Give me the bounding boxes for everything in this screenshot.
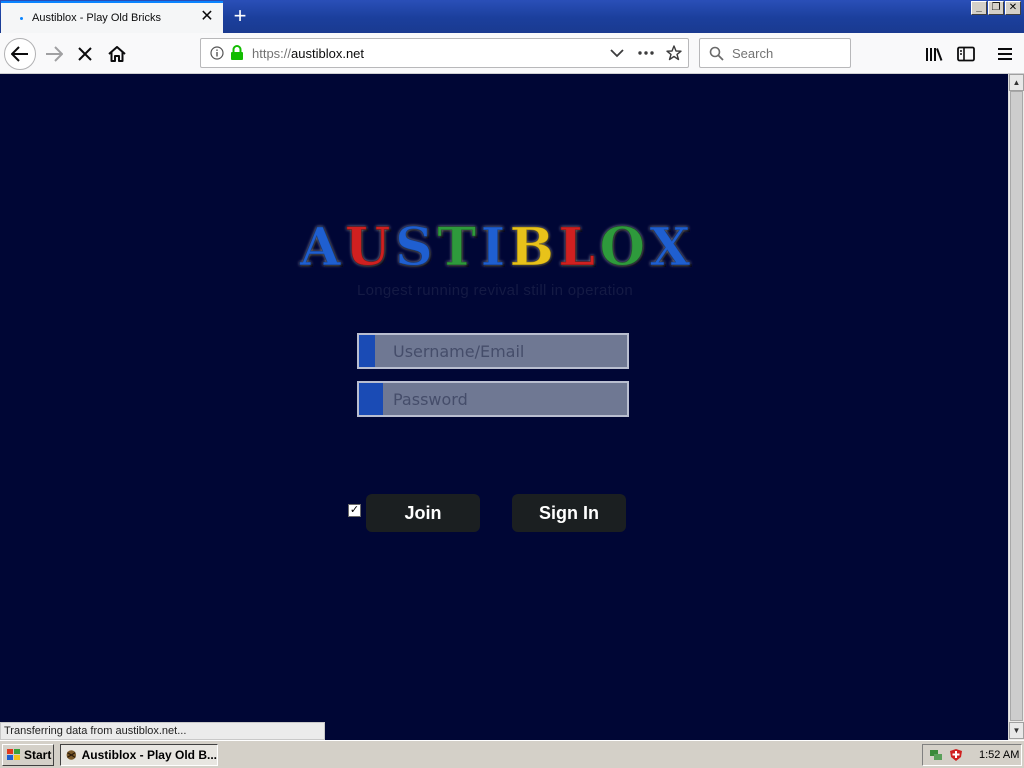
stop-button[interactable]	[69, 38, 101, 70]
security-shield-icon[interactable]	[949, 748, 963, 762]
password-field[interactable]	[357, 381, 629, 417]
back-button[interactable]	[4, 38, 36, 70]
back-arrow-icon	[11, 46, 28, 62]
password-input[interactable]	[393, 383, 623, 415]
new-tab-button[interactable]: +	[228, 4, 252, 28]
home-icon	[108, 46, 126, 62]
bookmark-star-icon[interactable]	[666, 45, 682, 61]
sidebar-button[interactable]	[950, 38, 982, 70]
logo-letter: U	[345, 217, 391, 279]
sidebar-icon	[957, 46, 975, 62]
url-scheme: https://	[252, 46, 292, 61]
close-tab-icon[interactable]: ✕	[199, 9, 215, 25]
taskbar-item-browser[interactable]: Austiblox - Play Old B...	[60, 744, 218, 766]
url-text[interactable]: https://austiblox.net	[252, 46, 364, 61]
logo-letter: A	[299, 217, 341, 279]
url-host: austiblox.net	[291, 46, 365, 61]
windows-taskbar: Start Austiblox - Play Old B... 1:52 AM	[0, 740, 1024, 768]
logo-letter: B	[509, 217, 554, 279]
tab-title: Austiblox - Play Old Bricks	[32, 12, 161, 24]
windows-logo-icon	[7, 749, 20, 760]
stop-icon	[78, 47, 92, 61]
logo-letter: X	[649, 217, 690, 279]
status-bar: Transferring data from austiblox.net...	[0, 722, 325, 740]
menu-button[interactable]	[989, 38, 1021, 70]
lock-icon[interactable]	[230, 45, 244, 61]
url-bar[interactable]: https://austiblox.net	[200, 38, 689, 68]
forward-arrow-icon	[46, 46, 63, 62]
tab-strip: Austiblox - Play Old Bricks ✕ + _ ❐ ✕	[0, 0, 1024, 33]
logo-letter: S	[395, 217, 434, 279]
scroll-down-arrow-icon[interactable]: ▼	[1009, 722, 1024, 739]
taskbar-item-label: Austiblox - Play Old B...	[81, 748, 217, 762]
username-field[interactable]	[357, 333, 629, 369]
menu-icon	[998, 48, 1012, 60]
browser-app-icon	[66, 750, 77, 760]
library-icon	[926, 48, 943, 61]
austiblox-logo: AUSTIBLOX	[299, 214, 690, 282]
tagline: Longest running revival still in operati…	[356, 282, 634, 299]
search-placeholder: Search	[732, 46, 774, 61]
join-button[interactable]: Join	[366, 494, 480, 532]
vertical-scrollbar[interactable]: ▲ ▼	[1008, 74, 1024, 740]
forward-button[interactable]	[38, 38, 70, 70]
close-window-button[interactable]: ✕	[1005, 1, 1021, 15]
network-icon[interactable]	[929, 748, 943, 762]
library-button[interactable]	[918, 38, 950, 70]
scroll-thumb[interactable]	[1010, 91, 1023, 721]
dropdown-icon[interactable]	[610, 49, 624, 58]
minimize-button[interactable]: _	[971, 1, 987, 15]
home-button[interactable]	[101, 38, 133, 70]
navigation-toolbar: https://austiblox.net Search	[0, 33, 1024, 74]
username-input[interactable]	[393, 335, 623, 367]
search-icon	[709, 46, 724, 61]
start-label: Start	[24, 748, 52, 762]
search-bar[interactable]: Search	[699, 38, 851, 68]
loading-indicator-icon	[20, 16, 23, 20]
remember-checkbox[interactable]: ✓	[348, 504, 361, 517]
logo-letter: T	[437, 217, 477, 279]
sign-in-button[interactable]: Sign In	[512, 494, 626, 532]
field-accent	[359, 383, 383, 415]
logo-letter: O	[599, 217, 645, 279]
page-actions-icon[interactable]	[638, 51, 654, 55]
clock: 1:52 AM	[979, 749, 1020, 761]
logo-letter: L	[558, 217, 596, 279]
logo-letter: I	[480, 217, 506, 279]
field-accent	[359, 335, 375, 367]
page-content: AUSTIBLOX Longest running revival still …	[0, 74, 1008, 740]
restore-button[interactable]: ❐	[988, 1, 1004, 15]
scroll-up-arrow-icon[interactable]: ▲	[1009, 74, 1024, 91]
info-icon[interactable]	[210, 46, 224, 60]
system-tray: 1:52 AM	[922, 744, 1022, 766]
browser-tab-active[interactable]: Austiblox - Play Old Bricks ✕	[1, 1, 223, 33]
start-button[interactable]: Start	[2, 744, 54, 766]
